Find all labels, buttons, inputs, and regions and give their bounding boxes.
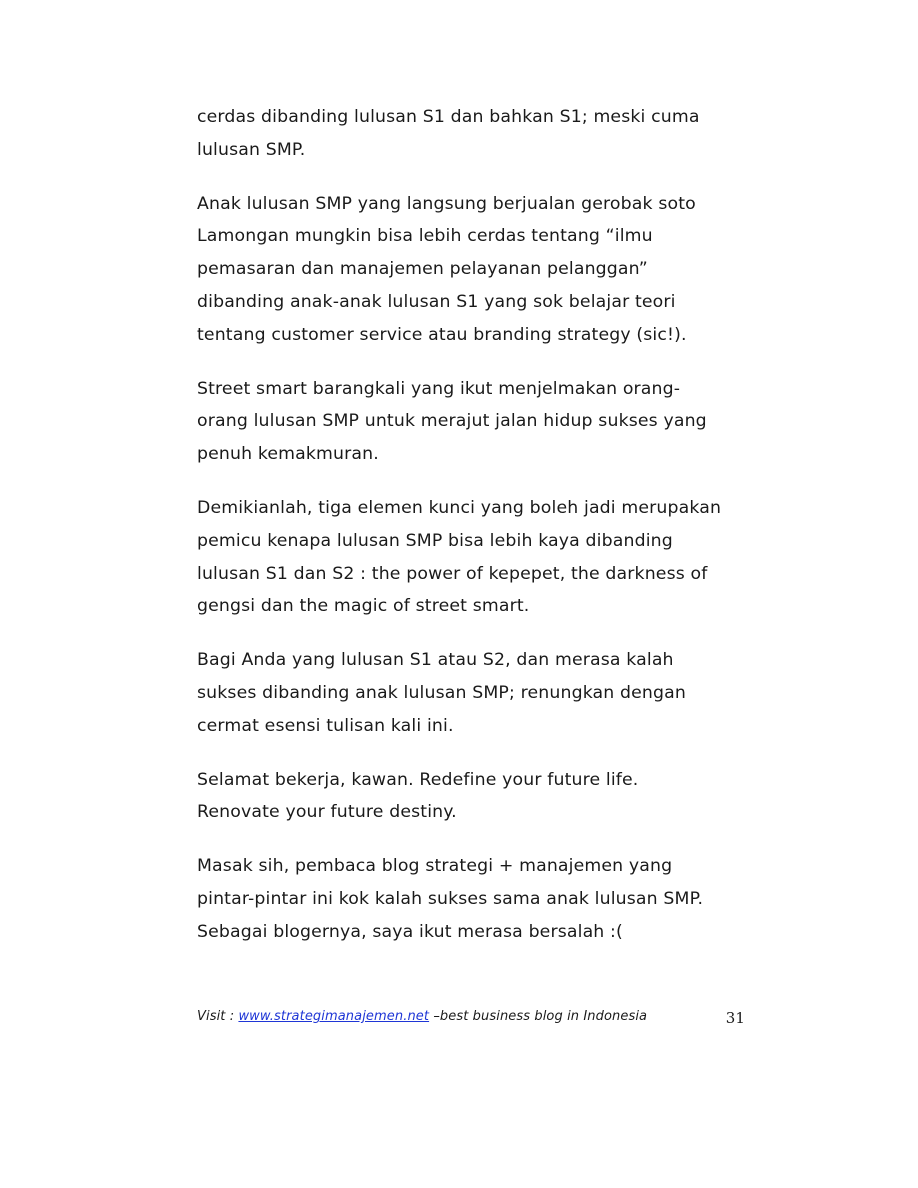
text-line: Masak sih, pembaca blog strategi + manaj…: [197, 856, 673, 877]
text-line: Anak lulusan SMP yang langsung berjualan…: [197, 193, 696, 214]
text-line: sukses dibanding anak lulusan SMP; renun…: [197, 682, 687, 703]
footer-tagline: –best business blog in Indonesia: [429, 1009, 648, 1024]
text-line: Demikianlah, tiga elemen kunci yang bole…: [197, 497, 722, 518]
footer-website-link[interactable]: www.strategimanajemen.net: [238, 1009, 429, 1024]
paragraph: Street smart barangkali yang ikut menjel…: [197, 373, 757, 471]
text-line: dibanding anak-anak lulusan S1 yang sok …: [197, 291, 676, 312]
paragraph: Selamat bekerja, kawan. Redefine your fu…: [197, 764, 757, 830]
text-line: Renovate your future destiny.: [197, 802, 457, 823]
paragraph: Bagi Anda yang lulusan S1 atau S2, dan m…: [197, 644, 757, 742]
text-line: tentang customer service atau branding s…: [197, 324, 687, 345]
text-line: gengsi dan the magic of street smart.: [197, 596, 530, 617]
paragraph: cerdas dibanding lulusan S1 dan bahkan S…: [197, 101, 757, 167]
text-line: lulusan S1 dan S2 : the power of kepepet…: [197, 563, 708, 584]
text-line: Bagi Anda yang lulusan S1 atau S2, dan m…: [197, 650, 674, 671]
text-line: Lamongan mungkin bisa lebih cerdas tenta…: [197, 226, 653, 247]
page-number: 31: [725, 1009, 745, 1027]
footer-prefix: Visit :: [197, 1009, 239, 1024]
paragraph: Demikianlah, tiga elemen kunci yang bole…: [197, 492, 757, 623]
text-line: cerdas dibanding lulusan S1 dan bahkan S…: [197, 107, 700, 127]
text-line: orang lulusan SMP untuk merajut jalan hi…: [197, 411, 707, 432]
text-line: pemasaran dan manajemen pelayanan pelang…: [197, 259, 648, 280]
text-line: pemicu kenapa lulusan SMP bisa lebih kay…: [197, 530, 673, 551]
page-footer: Visit : www.strategimanajemen.net –best …: [197, 1009, 745, 1029]
text-line: Sebagai blogernya, saya ikut merasa bers…: [197, 921, 623, 942]
text-line: cermat esensi tulisan kali ini.: [197, 715, 454, 736]
text-line: lulusan SMP.: [197, 139, 306, 160]
paragraph: Anak lulusan SMP yang langsung berjualan…: [197, 188, 757, 352]
text-line: penuh kemakmuran.: [197, 444, 379, 465]
text-line: Selamat bekerja, kawan. Redefine your fu…: [197, 769, 639, 790]
text-line: Street smart barangkali yang ikut menjel…: [197, 378, 681, 399]
paragraph: Masak sih, pembaca blog strategi + manaj…: [197, 850, 757, 948]
page-body: cerdas dibanding lulusan S1 dan bahkan S…: [197, 101, 757, 970]
text-line: pintar-pintar ini kok kalah sukses sama …: [197, 888, 704, 909]
